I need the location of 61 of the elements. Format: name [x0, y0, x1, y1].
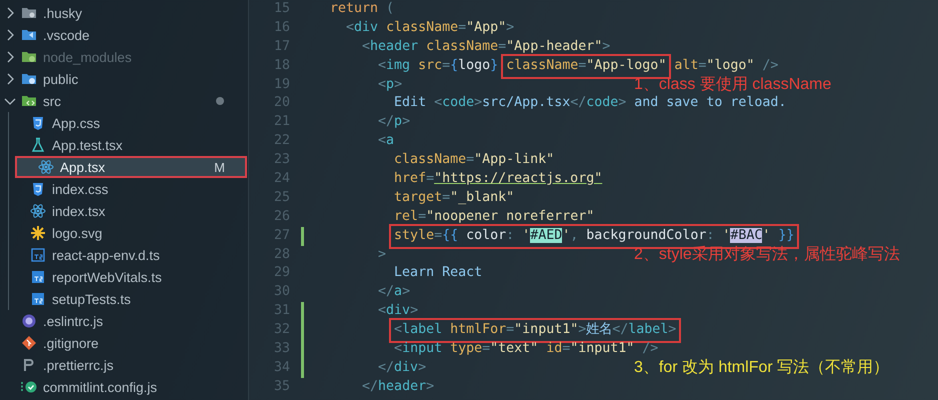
code-text: </a>: [378, 283, 410, 302]
code-text: return (: [330, 0, 394, 18]
sun-icon: [30, 225, 46, 241]
folder-icon: [21, 93, 37, 109]
tree-item[interactable]: reportWebVitals.ts: [9, 266, 248, 288]
tree-item[interactable]: commitlint.config.js: [0, 376, 248, 398]
highlight-box: style={{ color: '#AED', backgroundColor: '#BAC' }}: [392, 226, 796, 246]
code-text: target="_blank": [394, 188, 514, 207]
tree-item[interactable]: .husky: [0, 2, 248, 24]
code-text: Edit <code>src/App.tsx</code> and save to reload.: [394, 94, 786, 112]
tree-item[interactable]: logo.svg: [9, 222, 248, 244]
git-icon: [21, 335, 37, 351]
tree-item[interactable]: .eslintrc.js: [0, 310, 248, 332]
ts-file-icon: [30, 247, 46, 263]
code-text: alt="logo" />: [673, 56, 778, 75]
code-text: Learn React: [394, 264, 482, 282]
ring-icon: [21, 313, 37, 329]
code-text: </p>: [378, 113, 410, 132]
code-text: <div className="App">: [346, 18, 514, 37]
folder-icon: [21, 71, 37, 87]
code-text: </div>: [378, 358, 426, 377]
code-text: <p>: [378, 76, 402, 94]
tree-item[interactable]: .prettierrc.js: [0, 354, 248, 376]
tree-item[interactable]: index.tsx: [9, 200, 248, 222]
code-text: <img src={logo}: [378, 56, 500, 75]
highlight-box: <label htmlFor="input1">姓名</label>: [392, 321, 678, 340]
annotation-text: 2、style采用对象写法，属性驼峰写法: [634, 245, 900, 266]
tree-item[interactable]: App.css: [9, 112, 248, 134]
atom-icon: [38, 159, 54, 175]
highlight-box: className="App-logo": [504, 56, 668, 76]
code-text: </header>: [362, 378, 434, 396]
code-text: <input type="text" id="input1" />: [394, 340, 658, 358]
tree-item[interactable]: src: [0, 90, 248, 112]
code-text: <a: [378, 132, 394, 150]
ts-file-icon: [30, 291, 46, 307]
atom-icon: [30, 203, 46, 219]
folder-icon: [21, 5, 37, 21]
annotation-text: 3、for 改为 htmlFor 写法（不常用）: [634, 358, 890, 378]
tree-item[interactable]: index.css: [9, 178, 248, 200]
folder-icon: [21, 27, 37, 43]
folder-icon: [21, 49, 37, 65]
tree-item[interactable]: setupTests.ts: [9, 288, 248, 310]
code-text: <div>: [378, 302, 418, 320]
css-file-icon: [30, 181, 46, 197]
tree-item[interactable]: .gitignore: [0, 332, 248, 354]
tree-item[interactable]: react-app-env.d.ts: [9, 244, 248, 266]
flask-icon: [30, 137, 46, 153]
annotation-text: 1、class 要使用 className: [634, 75, 832, 95]
code-text: className="App-link": [394, 151, 554, 170]
git-status-label: M: [214, 160, 225, 174]
tree-item[interactable]: .vscode: [0, 24, 248, 46]
code-text: href="https://reactjs.org": [394, 170, 602, 188]
ts-file-icon: [30, 269, 46, 285]
code-text: >: [378, 246, 386, 264]
code-text: rel="noopener noreferrer": [394, 208, 594, 226]
tree-item[interactable]: public: [0, 68, 248, 90]
css-file-icon: [30, 115, 46, 131]
tree-item[interactable]: App.test.tsx: [9, 134, 248, 156]
tree-item[interactable]: App.tsx M: [15, 156, 247, 178]
code-text: <header className="App-header">: [362, 38, 610, 56]
check-circle-icon: [21, 379, 37, 395]
